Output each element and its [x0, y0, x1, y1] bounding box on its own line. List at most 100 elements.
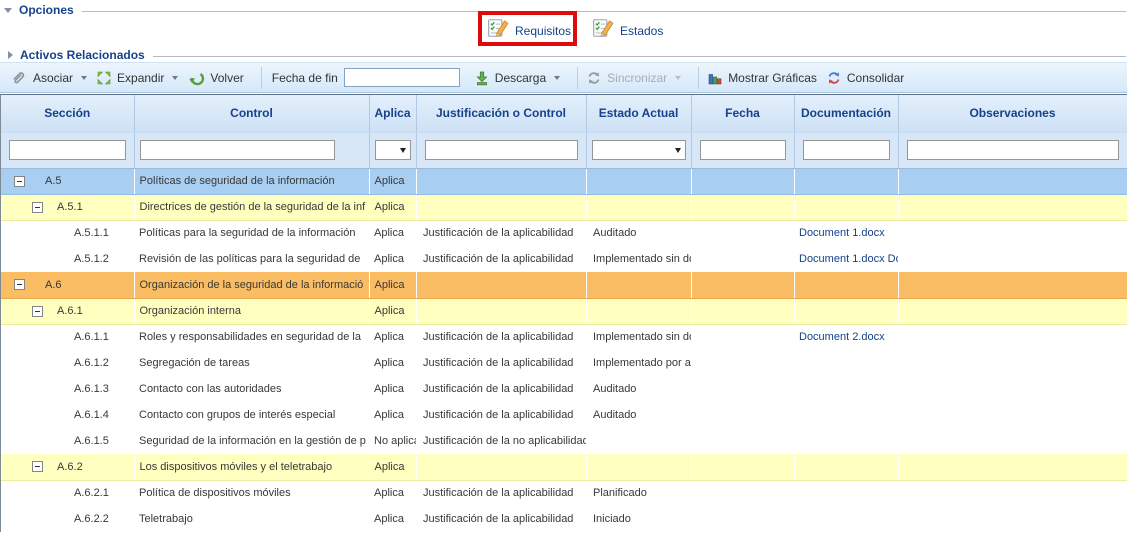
column-header-aplica[interactable]: Aplica	[369, 95, 416, 132]
cell-seccion: A.6.2.1	[1, 480, 134, 506]
cell-estado	[586, 298, 691, 324]
opciones-section-header[interactable]: Opciones	[0, 3, 1127, 17]
cell-estado: Implementado sin docu	[586, 324, 691, 350]
expandir-button[interactable]: Expandir	[96, 70, 178, 86]
tree-collapse-icon[interactable]	[32, 306, 43, 317]
table-row[interactable]: A.6Organización de la seguridad de la in…	[1, 272, 1127, 298]
tree-collapse-icon[interactable]	[32, 461, 43, 472]
column-header-justificacion[interactable]: Justificación o Control	[416, 95, 586, 132]
filter-control-input[interactable]	[140, 140, 335, 160]
cell-doc: Document 1.docx	[794, 220, 898, 246]
cell-estado	[586, 194, 691, 220]
cell-estado	[586, 454, 691, 480]
merge-arrows-icon	[826, 70, 842, 86]
chevron-down-icon[interactable]	[172, 76, 178, 80]
cell-aplica: Aplica	[369, 506, 416, 532]
download-icon	[474, 70, 490, 86]
table-row[interactable]: A.6.1.3Contacto con las autoridadesAplic…	[1, 376, 1127, 402]
chevron-right-icon[interactable]	[8, 51, 13, 59]
table-row[interactable]: A.6.2Los dispositivos móviles y el telet…	[1, 454, 1127, 480]
tree-collapse-icon[interactable]	[14, 176, 25, 187]
cell-estado	[586, 428, 691, 454]
cell-fecha	[691, 454, 794, 480]
column-header-control[interactable]: Control	[134, 95, 369, 132]
cell-obs	[898, 220, 1127, 246]
cell-doc	[794, 272, 898, 298]
table-row[interactable]: A.5.1.1Políticas para la seguridad de la…	[1, 220, 1127, 246]
volver-button[interactable]: Volver	[187, 69, 243, 87]
activos-relacionados-section-header[interactable]: Activos Relacionados	[2, 48, 1127, 62]
filter-aplica-select[interactable]	[375, 140, 411, 160]
cell-obs	[898, 246, 1127, 272]
table-row[interactable]: A.5Políticas de seguridad de la informac…	[1, 168, 1127, 194]
document-link[interactable]: Document 1.docx	[799, 227, 885, 239]
table-row[interactable]: A.5.1Directrices de gestión de la seguri…	[1, 194, 1127, 220]
chevron-down-icon[interactable]	[554, 76, 560, 80]
cell-obs	[898, 480, 1127, 506]
column-header-observaciones[interactable]: Observaciones	[898, 95, 1127, 132]
estados-button[interactable]: Estados	[592, 17, 663, 39]
cell-seccion: A.5.1.2	[1, 246, 134, 272]
cell-aplica: Aplica	[369, 350, 416, 376]
consolidar-label: Consolidar	[847, 71, 904, 85]
cell-control: Política de dispositivos móviles	[134, 480, 369, 506]
table-row[interactable]: A.6.2.2TeletrabajoAplicaJustificación de…	[1, 506, 1127, 532]
chevron-down-icon[interactable]	[81, 76, 87, 80]
cell-doc	[794, 298, 898, 324]
filter-observaciones-input[interactable]	[907, 140, 1119, 160]
requisitos-button[interactable]: Requisitos	[487, 17, 571, 39]
cell-obs	[898, 194, 1127, 220]
expandir-label: Expandir	[117, 71, 164, 85]
cell-obs	[898, 298, 1127, 324]
activos-relacionados-label: Activos Relacionados	[20, 48, 145, 62]
cell-seccion: A.5.1.1	[1, 220, 134, 246]
consolidar-button[interactable]: Consolidar	[826, 70, 904, 86]
cell-doc: Document 1.docx Doc	[794, 246, 898, 272]
table-row[interactable]: A.5.1.2 Revisión de las políticas para la…	[1, 246, 1127, 272]
seccion-value: A.5.1.2	[74, 253, 109, 265]
cell-just	[416, 454, 586, 480]
table-row[interactable]: A.6.1Organización internaAplica	[1, 298, 1127, 324]
cell-just: Justificación de la aplicabilidad	[416, 402, 586, 428]
cell-control: Políticas para la seguridad de la inform…	[134, 220, 369, 246]
fecha-de-fin-input[interactable]	[344, 68, 460, 87]
tree-collapse-icon[interactable]	[32, 202, 43, 213]
column-header-documentacion[interactable]: Documentación	[794, 95, 898, 132]
cell-just: Justificación de la aplicabilidad	[416, 220, 586, 246]
cell-control: Contacto con grupos de interés especial	[134, 402, 369, 428]
cell-control: Directrices de gestión de la seguridad d…	[134, 194, 369, 220]
table-row[interactable]: A.6.1.4Contacto con grupos de interés es…	[1, 402, 1127, 428]
asociar-button[interactable]: Asociar	[10, 69, 87, 87]
cell-aplica: No aplica	[369, 428, 416, 454]
column-header-fecha[interactable]: Fecha	[691, 95, 794, 132]
chevron-down-icon	[675, 76, 681, 80]
opciones-section-label: Opciones	[19, 3, 74, 17]
cell-just: Justificación de la no aplicabilidad	[416, 428, 586, 454]
filter-documentacion-input[interactable]	[803, 140, 890, 160]
cell-control: Revisión de las políticas para la seguri…	[134, 246, 369, 272]
filter-row	[1, 132, 1127, 168]
column-header-estado-actual[interactable]: Estado Actual	[586, 95, 691, 132]
mostrar-graficas-button[interactable]: Mostrar Gráficas	[707, 70, 817, 86]
toolbar-separator	[261, 67, 262, 89]
tree-collapse-icon[interactable]	[14, 279, 25, 290]
filter-fecha-input[interactable]	[700, 140, 786, 160]
seccion-value: A.5	[45, 175, 62, 187]
document-link[interactable]: Document 2.docx	[799, 331, 885, 343]
table-row[interactable]: A.6.1.1Roles y responsabilidades en segu…	[1, 324, 1127, 350]
descarga-button[interactable]: Descarga	[474, 70, 560, 86]
document-link[interactable]: Document 1.docx Doc	[799, 253, 898, 265]
cell-doc	[794, 506, 898, 532]
cell-aplica: Aplica	[369, 454, 416, 480]
sincronizar-button[interactable]: Sincronizar	[586, 70, 681, 86]
seccion-value: A.6.1.2	[74, 357, 109, 369]
column-header-seccion[interactable]: Sección	[1, 95, 134, 132]
filter-seccion-input[interactable]	[9, 140, 126, 160]
table-row[interactable]: A.6.1.2Segregación de tareasAplicaJustif…	[1, 350, 1127, 376]
filter-estado-select[interactable]	[592, 140, 686, 160]
table-row[interactable]: A.6.1.5Seguridad de la información en la…	[1, 428, 1127, 454]
chevron-down-icon[interactable]	[4, 8, 12, 13]
cell-fecha	[691, 194, 794, 220]
filter-justificacion-input[interactable]	[425, 140, 578, 160]
table-row[interactable]: A.6.2.1Política de dispositivos móvilesA…	[1, 480, 1127, 506]
